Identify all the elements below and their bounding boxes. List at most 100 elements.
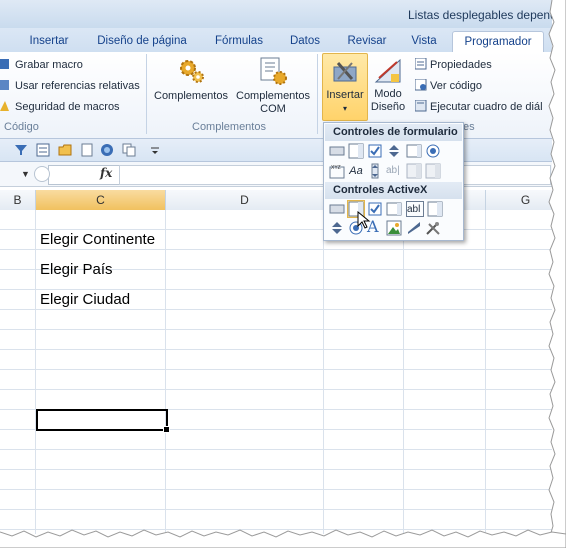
more-controls-icon[interactable]: [425, 220, 441, 236]
title-bar: Listas desplegables depend: [0, 0, 552, 28]
warning-icon: [0, 100, 12, 112]
record-macro-label: Grabar macro: [15, 59, 83, 71]
run-dialog-button[interactable]: Ejecutar cuadro de diál: [414, 98, 543, 116]
worksheet-grid[interactable]: Elegir Continente Elegir País Elegir Ciu…: [0, 210, 552, 534]
column-headers: B C D E F G: [0, 190, 552, 211]
torn-edge-bottom: [0, 529, 566, 548]
activex-list-box-icon[interactable]: [386, 201, 402, 217]
tab-datos[interactable]: Datos: [280, 31, 330, 51]
view-code-label: Ver código: [430, 80, 482, 92]
com-addins-icon: [260, 57, 287, 85]
button-control-icon[interactable]: [329, 143, 345, 159]
activex-command-button-icon[interactable]: [329, 201, 345, 217]
scroll-bar-icon[interactable]: [367, 163, 383, 179]
group-divider: [317, 54, 318, 134]
form-controls-header: Controles de formulario: [325, 124, 462, 141]
label-control-icon[interactable]: Aa: [348, 163, 364, 179]
column-header-d[interactable]: D: [166, 190, 324, 210]
insert-controls-menu: Controles de formulario XYZ Aa ab| Contr…: [323, 122, 464, 241]
globe-icon[interactable]: [100, 143, 114, 157]
com-addins-button[interactable]: Complementos COM: [233, 56, 313, 116]
tab-diseno-de-pagina[interactable]: Diseño de página: [88, 31, 196, 51]
addins-group-label: Complementos: [192, 121, 266, 133]
addins-button[interactable]: Complementos: [152, 56, 230, 103]
combo-box-icon[interactable]: [348, 143, 364, 159]
activex-scroll-bar-icon[interactable]: [427, 201, 443, 217]
customize-toolbar-icon[interactable]: [148, 143, 162, 157]
group-divider: [146, 54, 147, 134]
spin-button-icon[interactable]: [386, 143, 402, 159]
mouse-pointer-icon: [357, 210, 371, 229]
screenshot-frame: Listas desplegables depend Insertar Dise…: [0, 0, 566, 548]
view-code-icon: [414, 78, 427, 91]
checkbox-icon[interactable]: [367, 143, 383, 159]
open-folder-icon[interactable]: [58, 143, 72, 157]
tab-formulas[interactable]: Fórmulas: [206, 31, 272, 51]
window-title: Listas desplegables depend: [408, 8, 552, 22]
properties-icon: [414, 57, 427, 70]
activex-toggle-button-icon[interactable]: [406, 220, 422, 236]
tab-vista[interactable]: Vista: [402, 31, 446, 51]
design-mode-icon: [374, 58, 401, 83]
macro-security-button[interactable]: Seguridad de macros: [0, 98, 120, 116]
design-mode-label-line1: Modo: [374, 88, 402, 100]
view-code-button[interactable]: Ver código: [414, 77, 482, 95]
toolbox-icon: [333, 62, 357, 82]
record-macro-button[interactable]: Grabar macro: [0, 56, 83, 74]
activex-spin-button-icon[interactable]: [329, 220, 345, 236]
name-box-dropdown-icon[interactable]: ▼: [21, 169, 30, 179]
new-document-icon[interactable]: [80, 143, 94, 157]
activex-controls-header: Controles ActiveX: [325, 182, 462, 199]
properties-button[interactable]: Propiedades: [414, 56, 492, 74]
tab-revisar[interactable]: Revisar: [338, 31, 396, 51]
option-button-icon[interactable]: [425, 143, 441, 159]
gears-icon: [180, 60, 204, 83]
tab-insertar[interactable]: Insertar: [20, 31, 78, 51]
controls-group-label: es: [463, 121, 475, 133]
column-header-b[interactable]: B: [0, 190, 36, 210]
combo-list-edit-icon[interactable]: [406, 163, 422, 179]
run-dialog-icon: [414, 99, 427, 112]
insert-function-button[interactable]: fx: [100, 166, 112, 180]
record-macro-icon: [0, 58, 12, 70]
svg-text:XYZ: XYZ: [331, 165, 341, 171]
cell-c-elegir-pais[interactable]: Elegir País: [40, 261, 113, 278]
macro-security-label: Seguridad de macros: [15, 101, 120, 113]
ribbon-tabs: Insertar Diseño de página Fórmulas Datos…: [0, 28, 552, 52]
list-box-icon[interactable]: [406, 143, 422, 159]
run-dialog-label: Ejecutar cuadro de diál: [430, 101, 543, 113]
fill-handle[interactable]: [163, 426, 170, 433]
cell-c-elegir-continente[interactable]: Elegir Continente: [40, 231, 155, 248]
com-addins-label-line2: COM: [260, 103, 286, 115]
activex-image-icon[interactable]: [386, 220, 402, 236]
active-cell[interactable]: [36, 409, 168, 431]
insert-controls-label: Insertar: [326, 89, 364, 101]
name-box-resize-handle[interactable]: [34, 166, 50, 182]
copy-icon[interactable]: [122, 143, 136, 157]
filter-icon[interactable]: [14, 143, 28, 157]
activex-text-box-icon[interactable]: abl: [406, 201, 424, 217]
chevron-down-icon: ▾: [342, 104, 347, 113]
cell-c-elegir-ciudad[interactable]: Elegir Ciudad: [40, 291, 130, 308]
quick-access-toolbar: [0, 139, 552, 162]
design-mode-label-line2: Diseño: [370, 101, 406, 113]
relative-references-icon: [0, 79, 12, 91]
relative-references-button[interactable]: Usar referencias relativas: [0, 77, 140, 95]
column-header-c[interactable]: C: [36, 190, 166, 210]
combo-dropdown-edit-icon[interactable]: [425, 163, 441, 179]
group-box-icon[interactable]: XYZ: [329, 163, 345, 179]
column-header-g[interactable]: G: [486, 190, 552, 210]
relative-references-label: Usar referencias relativas: [15, 80, 140, 92]
formula-bar: ▼ fx: [0, 162, 552, 187]
ribbon: Grabar macro Usar referencias relativas …: [0, 52, 552, 139]
text-field-icon[interactable]: ab|: [386, 163, 404, 179]
addins-label: Complementos: [154, 90, 228, 102]
torn-edge-right: [548, 0, 566, 537]
insert-controls-button[interactable]: Insertar ▾: [322, 53, 368, 121]
tab-programador[interactable]: Programador: [452, 31, 544, 52]
excel-window: Listas desplegables depend Insertar Dise…: [0, 0, 552, 534]
properties-label: Propiedades: [430, 59, 492, 71]
code-group-label: Código: [4, 121, 39, 133]
form-icon[interactable]: [36, 143, 50, 157]
design-mode-button[interactable]: Modo Diseño: [369, 56, 407, 114]
